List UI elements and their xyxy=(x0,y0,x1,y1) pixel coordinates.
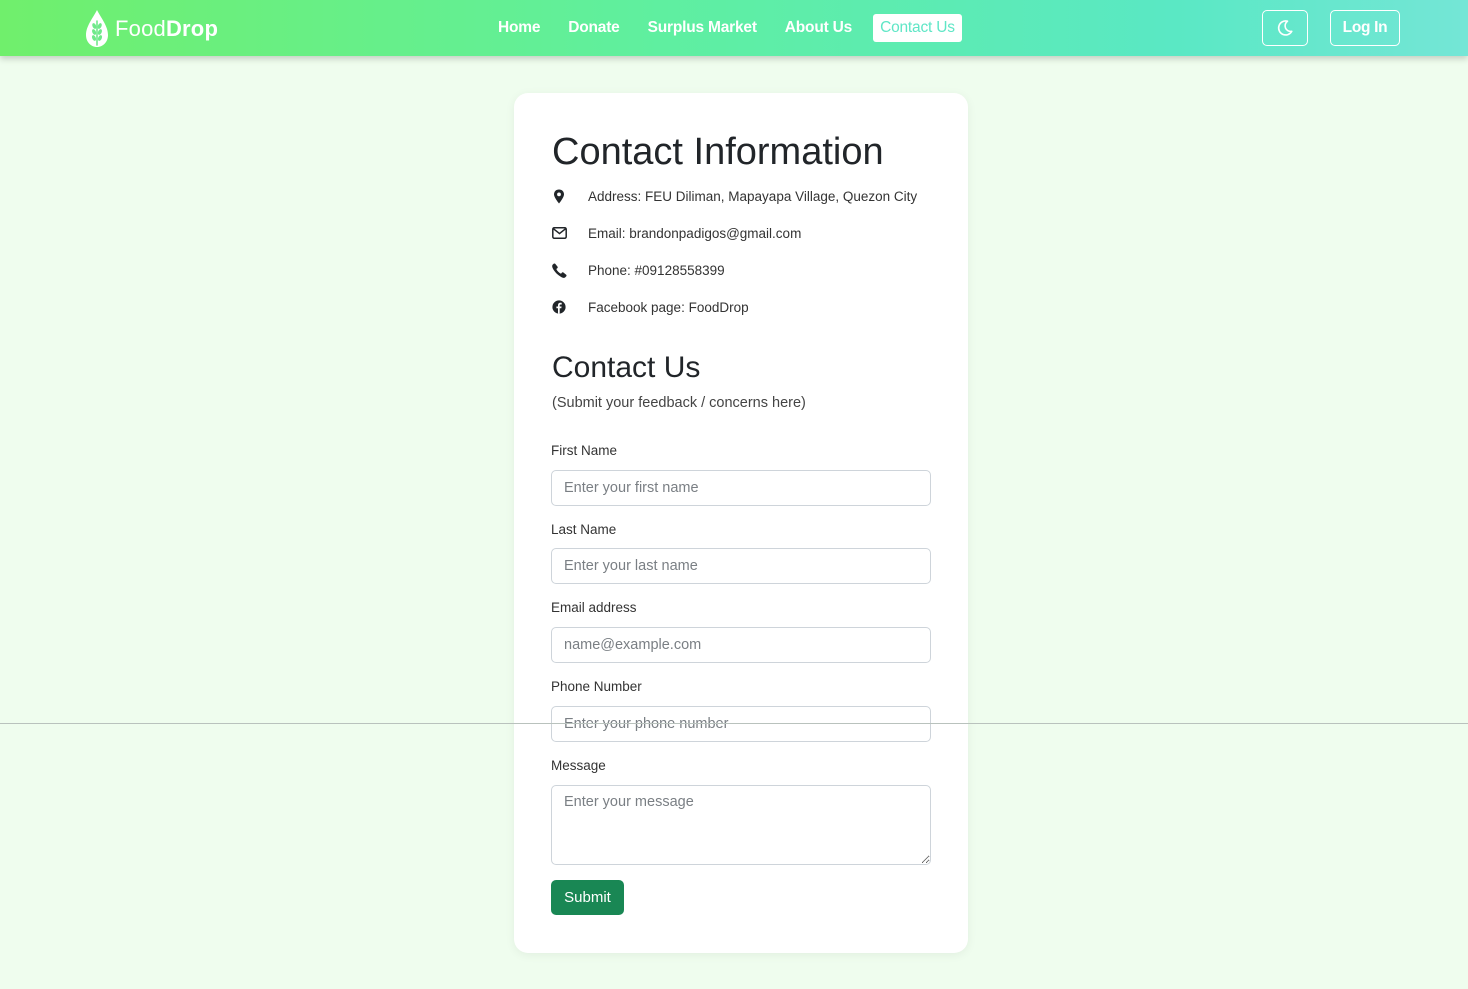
facebook-icon xyxy=(551,299,567,315)
facebook-text: Facebook page: FoodDrop xyxy=(588,299,749,315)
info-phone: Phone: #09128558399 xyxy=(551,260,725,280)
email-text: Email: brandonpadigos@gmail.com xyxy=(588,225,802,241)
map-pin-icon xyxy=(551,188,567,204)
phone-label: Phone Number xyxy=(551,679,642,694)
phone-icon xyxy=(551,262,567,278)
contact-info-title: Contact Information xyxy=(552,131,884,173)
moon-icon xyxy=(1277,20,1293,36)
brand-name-light: Food xyxy=(115,16,166,41)
message-label: Message xyxy=(551,758,606,773)
login-button[interactable]: Log In xyxy=(1330,10,1400,46)
address-text: Address: FEU Diliman, Mapayapa Village, … xyxy=(588,188,918,204)
last-name-label: Last Name xyxy=(551,522,617,537)
theme-toggle-button[interactable] xyxy=(1262,10,1308,46)
phone-text: Phone: #09128558399 xyxy=(588,262,725,278)
contact-card: Contact Information Address: FEU Diliman… xyxy=(514,93,968,953)
info-facebook: Facebook page: FoodDrop xyxy=(551,297,749,317)
info-address: Address: FEU Diliman, Mapayapa Village, … xyxy=(551,186,917,206)
first-name-label: First Name xyxy=(551,443,618,458)
email-label: Email address xyxy=(551,600,637,615)
info-email: Email: brandonpadigos@gmail.com xyxy=(551,223,801,243)
envelope-icon xyxy=(551,225,567,241)
wheat-drop-logo-icon xyxy=(86,10,108,47)
contact-form-subtitle: (Submit your feedback / concerns here) xyxy=(552,395,806,411)
message-textarea[interactable] xyxy=(551,785,931,865)
nav-link-about-us[interactable]: About Us xyxy=(778,14,859,42)
first-name-input[interactable] xyxy=(551,470,931,506)
nav-links: Home Donate Surplus Market About Us Cont… xyxy=(491,14,962,42)
contact-form-title: Contact Us xyxy=(552,351,701,384)
submit-button[interactable]: Submit xyxy=(551,880,624,915)
last-name-input[interactable] xyxy=(551,548,931,584)
nav-link-surplus-market[interactable]: Surplus Market xyxy=(641,14,764,42)
email-input[interactable] xyxy=(551,627,931,663)
nav-link-donate[interactable]: Donate xyxy=(561,14,626,42)
horizontal-divider-line xyxy=(0,723,1468,724)
nav-link-home[interactable]: Home xyxy=(491,14,547,42)
nav-link-contact-us[interactable]: Contact Us xyxy=(873,14,962,42)
phone-input[interactable] xyxy=(551,706,931,742)
brand-link[interactable]: FoodDrop xyxy=(84,9,218,49)
brand-name-bold: Drop xyxy=(165,16,219,41)
brand-name: FoodDrop xyxy=(115,16,218,42)
top-navbar: FoodDrop Home Donate Surplus Market Abou… xyxy=(0,0,1468,56)
